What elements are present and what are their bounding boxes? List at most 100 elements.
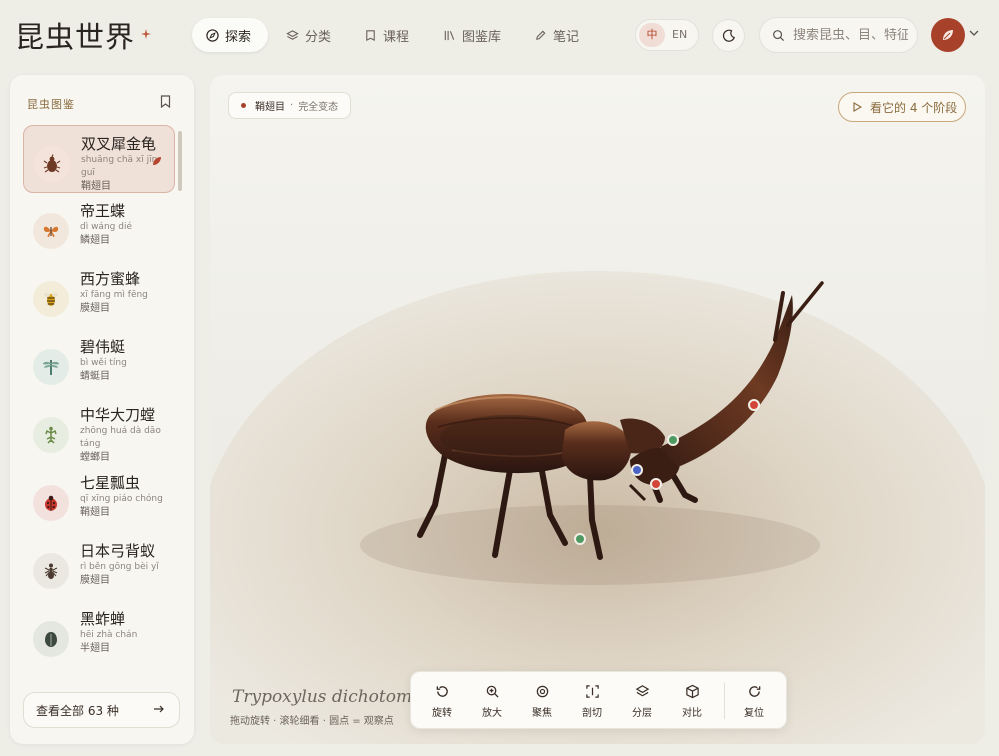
nav-notes[interactable]: 笔记 — [520, 18, 593, 52]
leaf-icon — [153, 157, 161, 165]
specimen-viewer[interactable]: 鞘翅目 · 完全变态 看它的 4 个阶段 Trypoxylus dichotom… — [210, 75, 985, 744]
sidebar-scrollbar[interactable] — [178, 131, 182, 191]
species-name: 日本弓背蚁 — [80, 542, 156, 560]
language-toggle[interactable]: 中 EN — [635, 19, 699, 51]
species-name: 双叉犀金龟 — [81, 135, 157, 153]
lang-en-option[interactable]: EN — [672, 23, 687, 47]
life-stages-button[interactable]: 看它的 4 个阶段 — [838, 92, 966, 122]
chevron-down-icon[interactable] — [969, 29, 979, 37]
zoom-in-button[interactable]: 放大 — [467, 672, 517, 730]
rotate-label: 旋转 — [432, 708, 452, 719]
app-title: 昆虫世界 — [15, 20, 136, 54]
order-tag: 鞘翅目 · 完全变态 — [228, 92, 352, 119]
species-name: 中华大刀螳 — [80, 406, 156, 424]
compare-button[interactable]: 对比 — [667, 672, 717, 730]
compass-icon — [206, 28, 219, 42]
nav-explore-label: 探索 — [225, 29, 252, 45]
species-pinyin: qī xīng piáo chóng — [80, 494, 163, 504]
viewer-toolbar: 旋转 放大 聚焦 剖切 分层 对比 复位 — [410, 671, 787, 729]
butterfly-icon — [33, 213, 69, 249]
species-pinyin: hēi zhà chán — [80, 630, 138, 640]
observation-point[interactable] — [748, 399, 760, 411]
sparkle-icon — [141, 29, 151, 39]
toolbar-divider — [724, 683, 725, 719]
species-item-butterfly[interactable]: 帝王蝶 dì wáng dié 鳞翅目 — [23, 193, 175, 261]
search-box[interactable] — [759, 17, 918, 53]
species-pinyin: zhōng huá dà dāo táng — [80, 426, 161, 449]
zoom-in-icon — [486, 685, 499, 698]
species-item-dragonfly[interactable]: 碧伟蜓 bì wěi tíng 蜻蜓目 — [23, 329, 175, 397]
mantis-icon — [33, 417, 69, 453]
play-icon — [853, 102, 862, 112]
species-name: 帝王蝶 — [80, 202, 126, 220]
cube-icon — [685, 684, 699, 699]
pen-icon — [536, 30, 546, 40]
dragonfly-icon — [33, 349, 69, 385]
observation-point[interactable] — [574, 533, 586, 545]
nav-classify[interactable]: 分类 — [272, 18, 345, 52]
observation-point[interactable] — [650, 478, 662, 490]
observation-point[interactable] — [667, 434, 679, 446]
species-pinyin: xī fāng mì fēng — [80, 290, 148, 300]
layers-button[interactable]: 分层 — [617, 672, 667, 730]
observation-point[interactable] — [631, 464, 643, 476]
specimen-scene[interactable] — [210, 75, 985, 744]
species-pinyin: bì wěi tíng — [80, 358, 127, 368]
species-name: 黑蚱蝉 — [80, 610, 126, 628]
latin-name: Trypoxylus dichotomus — [232, 687, 432, 707]
species-sidebar: 昆虫图鉴 双叉犀金龟 shuāng chā xī jīn guī 鞘翅目 帝王蝶… — [10, 75, 194, 744]
nav-courses[interactable]: 课程 — [350, 18, 423, 52]
view-all-button[interactable]: 查看全部 63 种 — [23, 692, 180, 728]
leaf-icon — [943, 30, 953, 40]
section-button[interactable]: 剖切 — [567, 672, 617, 730]
focus-icon — [536, 685, 548, 698]
theme-toggle-button[interactable] — [712, 19, 745, 52]
species-order: 膜翅目 — [80, 303, 110, 314]
species-item-cicada[interactable]: 黑蚱蝉 hēi zhà chán 半翅目 — [23, 601, 175, 669]
compare-label: 对比 — [682, 708, 702, 719]
arrow-right-icon — [154, 705, 164, 713]
order-dot — [241, 103, 246, 108]
species-list: 双叉犀金龟 shuāng chā xī jīn guī 鞘翅目 帝王蝶 dì w… — [23, 125, 175, 681]
nav-courses-label: 课程 — [383, 29, 410, 45]
book-icon — [366, 29, 375, 41]
ant-icon — [33, 553, 69, 589]
species-order: 螳螂目 — [80, 452, 110, 463]
species-pinyin: dì wáng dié — [80, 222, 132, 232]
focus-button[interactable]: 聚焦 — [517, 672, 567, 730]
species-order: 鞘翅目 — [80, 507, 110, 518]
bookmark-icon[interactable] — [160, 95, 171, 108]
layers-label: 分层 — [632, 708, 652, 719]
viewer-hint: 拖动旋转 · 滚轮细看 · 圆点 = 观察点 — [230, 716, 394, 727]
species-item-beetle[interactable]: 双叉犀金龟 shuāng chā xī jīn guī 鞘翅目 — [23, 125, 175, 193]
focus-label: 聚焦 — [532, 708, 552, 719]
species-item-ladybug[interactable]: 七星瓢虫 qī xīng piáo chóng 鞘翅目 — [23, 465, 175, 533]
species-order: 半翅目 — [80, 643, 110, 654]
moon-icon — [722, 29, 735, 42]
library-icon — [444, 30, 455, 40]
view-all-label: 查看全部 63 种 — [36, 703, 119, 718]
species-pinyin: rì běn gōng bèi yǐ — [80, 562, 159, 572]
nav-explore[interactable]: 探索 — [192, 18, 268, 52]
rotate-button[interactable]: 旋转 — [417, 672, 467, 730]
search-icon — [773, 29, 785, 41]
tag-order: 鞘翅目 — [255, 102, 285, 113]
nav-library[interactable]: 图鉴库 — [429, 18, 515, 52]
species-item-ant[interactable]: 日本弓背蚁 rì běn gōng bèi yǐ 膜翅目 — [23, 533, 175, 601]
tag-metamorphosis: 完全变态 — [298, 102, 339, 113]
beetle-icon — [34, 146, 70, 182]
species-item-mantis[interactable]: 中华大刀螳 zhōng huá dà dāo táng 螳螂目 — [23, 397, 175, 465]
species-name: 七星瓢虫 — [80, 474, 141, 492]
bee-icon — [33, 281, 69, 317]
reset-button[interactable]: 复位 — [729, 672, 779, 730]
section-label: 剖切 — [582, 708, 602, 719]
lang-zh-option[interactable]: 中 — [639, 23, 665, 47]
avatar[interactable] — [931, 18, 965, 52]
reset-label: 复位 — [744, 708, 764, 719]
species-item-bee[interactable]: 西方蜜蜂 xī fāng mì fēng 膜翅目 — [23, 261, 175, 329]
section-icon — [585, 685, 599, 698]
nav-classify-label: 分类 — [305, 29, 332, 45]
species-order: 蜻蜓目 — [80, 371, 110, 382]
life-stages-label: 看它的 4 个阶段 — [870, 100, 958, 115]
search-input[interactable] — [793, 27, 908, 43]
